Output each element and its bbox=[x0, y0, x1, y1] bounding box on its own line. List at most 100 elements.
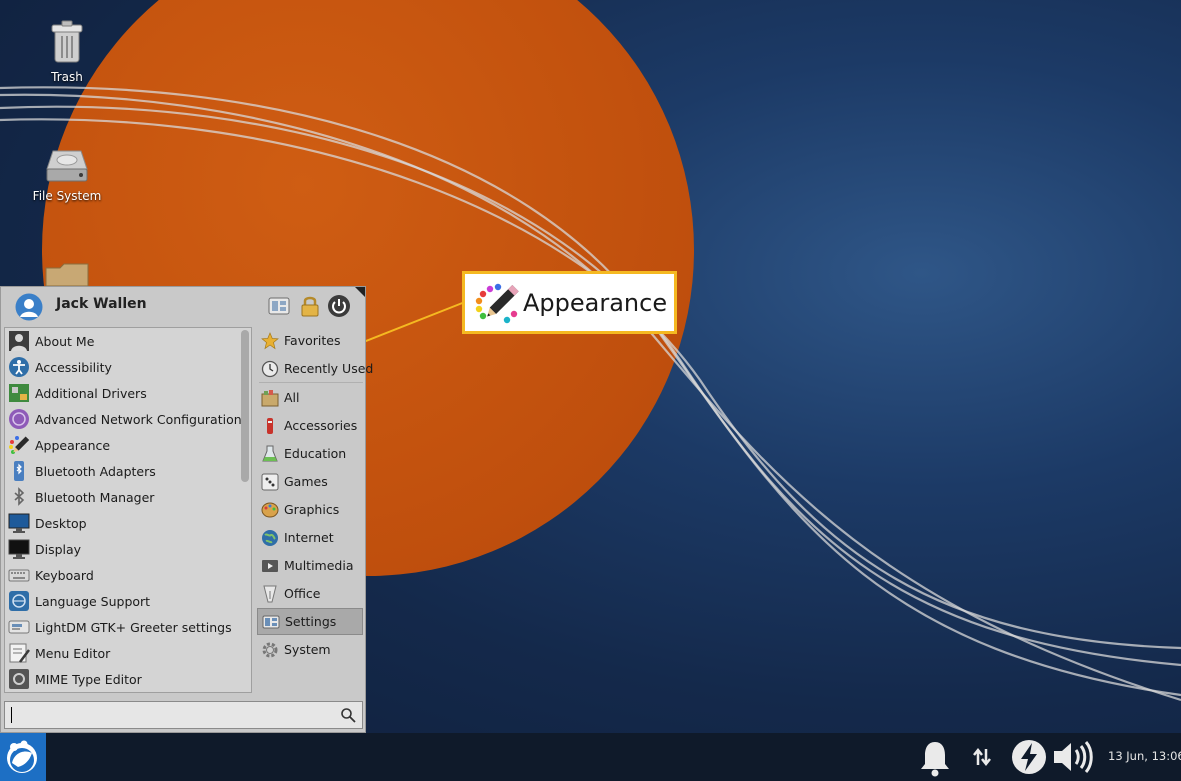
accessibility-icon bbox=[9, 357, 29, 377]
desktop-icon bbox=[8, 513, 30, 533]
graphics-icon bbox=[261, 502, 279, 517]
file-system-label: File System bbox=[32, 189, 102, 203]
keyboard-icon bbox=[8, 569, 30, 582]
category-separator bbox=[259, 382, 363, 383]
taskbar: 13 Jun, 13:06 bbox=[0, 733, 1181, 781]
category-label: All bbox=[284, 390, 300, 405]
search-input[interactable] bbox=[9, 705, 329, 725]
about-me-icon bbox=[9, 331, 29, 351]
app-label: Advanced Network Configuration bbox=[35, 411, 242, 427]
lock-icon[interactable] bbox=[298, 294, 322, 318]
app-label: Additional Drivers bbox=[35, 385, 147, 401]
category-favorites[interactable]: Favorites bbox=[257, 327, 363, 354]
user-avatar-icon[interactable] bbox=[15, 293, 43, 321]
callout-label: Appearance bbox=[523, 289, 668, 317]
appearance-callout: Appearance bbox=[462, 271, 677, 334]
app-item-about-me[interactable]: About Me bbox=[5, 328, 241, 354]
folder-icon bbox=[45, 263, 89, 286]
settings-icon bbox=[262, 615, 280, 628]
settings-manager-icon[interactable] bbox=[267, 294, 291, 318]
app-list-scrollbar[interactable] bbox=[241, 330, 249, 482]
category-education[interactable]: Education bbox=[257, 440, 363, 467]
office-icon bbox=[263, 585, 277, 602]
hard-drive-icon bbox=[46, 150, 88, 182]
applications-menu-button[interactable] bbox=[0, 733, 46, 781]
category-label: Education bbox=[284, 446, 347, 461]
app-label: Desktop bbox=[35, 515, 87, 531]
category-internet[interactable]: Internet bbox=[257, 524, 363, 551]
network-config-icon bbox=[9, 409, 29, 429]
category-label: System bbox=[284, 642, 331, 657]
app-item-display[interactable]: Display bbox=[5, 536, 241, 562]
desktop-icon-file-system[interactable]: File System bbox=[19, 145, 115, 203]
app-item-lightdm-greeter[interactable]: LightDM GTK+ Greeter settings bbox=[5, 614, 241, 640]
app-item-mime-type-editor[interactable]: MIME Type Editor bbox=[5, 666, 241, 692]
accessories-icon bbox=[267, 417, 273, 434]
app-label: Display bbox=[35, 541, 82, 557]
category-label: Favorites bbox=[284, 333, 341, 348]
category-label: Accessories bbox=[284, 418, 358, 433]
power-icon[interactable] bbox=[327, 294, 351, 318]
category-system[interactable]: System bbox=[257, 636, 363, 663]
appearance-icon bbox=[9, 436, 30, 454]
app-item-additional-drivers[interactable]: Additional Drivers bbox=[5, 380, 241, 406]
user-name: Jack Wallen bbox=[56, 296, 147, 312]
app-label: MIME Type Editor bbox=[35, 671, 142, 687]
system-gear-icon bbox=[262, 642, 278, 657]
category-games[interactable]: Games bbox=[257, 468, 363, 495]
trash-label: Trash bbox=[51, 70, 83, 84]
network-arrows-icon[interactable] bbox=[970, 745, 994, 769]
app-label: Keyboard bbox=[35, 567, 94, 583]
education-icon bbox=[262, 445, 278, 461]
app-item-bluetooth-manager[interactable]: Bluetooth Manager bbox=[5, 484, 241, 510]
category-label: Multimedia bbox=[284, 558, 354, 573]
app-item-accessibility[interactable]: Accessibility bbox=[5, 354, 241, 380]
greeter-icon bbox=[8, 620, 30, 634]
category-label: Office bbox=[284, 586, 321, 601]
app-item-appearance[interactable]: Appearance bbox=[5, 432, 241, 458]
games-icon bbox=[261, 473, 279, 490]
appearance-icon bbox=[475, 283, 519, 324]
app-item-menu-editor[interactable]: Menu Editor bbox=[5, 640, 241, 666]
category-label: Settings bbox=[285, 614, 337, 629]
app-item-desktop[interactable]: Desktop bbox=[5, 510, 241, 536]
category-label: Games bbox=[284, 474, 328, 489]
display-icon bbox=[8, 539, 30, 559]
xfce-mouse-icon bbox=[7, 740, 37, 773]
category-label: Recently Used bbox=[284, 361, 374, 376]
menu-header: Jack Wallen bbox=[1, 287, 365, 325]
globe-icon bbox=[262, 529, 278, 546]
category-settings[interactable]: Settings bbox=[257, 608, 363, 635]
app-item-bluetooth-adapters[interactable]: Bluetooth Adapters bbox=[5, 458, 241, 484]
star-icon bbox=[261, 331, 279, 349]
category-list: Favorites Recently Used All Accessories bbox=[255, 327, 373, 693]
desktop-icon-trash[interactable]: Trash bbox=[19, 20, 115, 84]
category-multimedia[interactable]: Multimedia bbox=[257, 552, 363, 579]
app-item-keyboard[interactable]: Keyboard bbox=[5, 562, 241, 588]
app-label: Language Support bbox=[35, 593, 151, 609]
app-item-advanced-network-configuration[interactable]: Advanced Network Configuration bbox=[5, 406, 242, 432]
category-label: Internet bbox=[284, 530, 334, 545]
app-item-language-support[interactable]: Language Support bbox=[5, 588, 241, 614]
menu-editor-icon bbox=[9, 643, 30, 663]
clock[interactable]: 13 Jun, 13:06 bbox=[1108, 749, 1181, 763]
app-label: Bluetooth Adapters bbox=[35, 463, 156, 479]
category-recently-used[interactable]: Recently Used bbox=[257, 355, 373, 382]
multimedia-icon bbox=[262, 559, 278, 572]
app-label: Menu Editor bbox=[35, 645, 111, 661]
volume-icon[interactable] bbox=[1052, 739, 1096, 775]
power-manager-icon[interactable] bbox=[1010, 738, 1048, 776]
category-office[interactable]: Office bbox=[257, 580, 363, 607]
all-icon bbox=[261, 389, 279, 406]
search-icon[interactable] bbox=[340, 707, 356, 723]
bell-icon[interactable] bbox=[918, 739, 952, 777]
whisker-menu: Jack Wallen About Me Accessibility Addit… bbox=[0, 286, 373, 733]
category-all[interactable]: All bbox=[257, 384, 363, 411]
bluetooth-manager-icon bbox=[14, 487, 25, 506]
menu-search-box[interactable] bbox=[4, 701, 363, 729]
app-label: Accessibility bbox=[35, 359, 112, 375]
bluetooth-adapters-icon bbox=[14, 461, 24, 481]
category-accessories[interactable]: Accessories bbox=[257, 412, 363, 439]
application-list[interactable]: About Me Accessibility Additional Driver… bbox=[4, 327, 252, 693]
category-graphics[interactable]: Graphics bbox=[257, 496, 363, 523]
